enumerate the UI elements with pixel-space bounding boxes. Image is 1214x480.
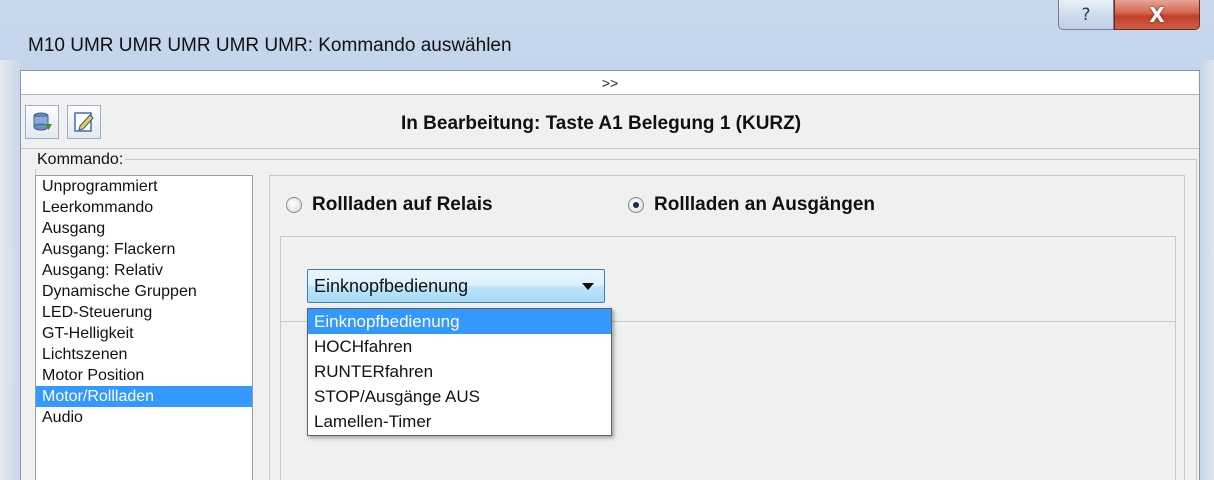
expand-bar[interactable]: >> <box>21 71 1199 95</box>
help-icon: ? <box>1081 4 1091 25</box>
list-item[interactable]: Audio <box>36 407 252 428</box>
edit-icon <box>74 112 94 132</box>
list-item[interactable]: Unprogrammiert <box>36 176 252 197</box>
dropdown-option[interactable]: Lamellen-Timer <box>308 409 611 434</box>
list-item[interactable]: GT-Helligkeit <box>36 323 252 344</box>
mode-combobox[interactable]: Einknopfbedienung <box>307 269 605 303</box>
combo-value: Einknopfbedienung <box>314 275 469 296</box>
chevron-down-icon[interactable] <box>582 283 594 290</box>
radio-ausgaenge-label: Rollladen an Ausgängen <box>654 194 875 215</box>
toolbar: In Bearbeitung: Taste A1 Belegung 1 (KUR… <box>21 97 1199 149</box>
list-item[interactable]: Leerkommando <box>36 197 252 218</box>
import-icon <box>33 112 52 131</box>
radio-relais[interactable]: Rollladen auf Relais <box>286 194 493 216</box>
dropdown-option[interactable]: STOP/Ausgänge AUS <box>308 384 611 409</box>
command-list[interactable]: Unprogrammiert Leerkommando Ausgang Ausg… <box>35 175 253 480</box>
window-title: M10 UMR UMR UMR UMR UMR: Kommando auswäh… <box>28 35 512 56</box>
list-item[interactable]: Dynamische Gruppen <box>36 281 252 302</box>
combo-dropdown-list[interactable]: Einknopfbedienung HOCHfahren RUNTERfahre… <box>307 308 612 436</box>
list-item[interactable]: Lichtszenen <box>36 344 252 365</box>
page-title: In Bearbeitung: Taste A1 Belegung 1 (KUR… <box>401 113 802 134</box>
window-border-right <box>1200 60 1214 480</box>
list-item[interactable]: LED-Steuerung <box>36 302 252 323</box>
help-button[interactable]: ? <box>1058 0 1114 30</box>
close-button[interactable]: X <box>1114 0 1200 30</box>
dropdown-option[interactable]: RUNTERfahren <box>308 359 611 384</box>
radio-ausgaenge[interactable]: Rollladen an Ausgängen <box>628 194 875 216</box>
expand-label: >> <box>601 74 619 91</box>
dropdown-option[interactable]: HOCHfahren <box>308 334 611 359</box>
list-item[interactable]: Ausgang: Relativ <box>36 260 252 281</box>
list-item[interactable]: Motor Position <box>36 365 252 386</box>
radio-relais-label: Rollladen auf Relais <box>312 194 493 215</box>
import-button[interactable] <box>25 105 59 139</box>
radio-ausgaenge-circle[interactable] <box>628 197 644 213</box>
list-item[interactable]: Ausgang: Flackern <box>36 239 252 260</box>
list-item-selected[interactable]: Motor/Rollladen <box>36 386 252 407</box>
close-icon: X <box>1149 2 1165 27</box>
list-item[interactable]: Ausgang <box>36 218 252 239</box>
window-border-left <box>0 60 20 480</box>
command-group-label: Kommando: <box>35 151 126 169</box>
dropdown-option[interactable]: Einknopfbedienung <box>308 309 611 334</box>
edit-button[interactable] <box>67 105 101 139</box>
radio-relais-circle[interactable] <box>286 197 302 213</box>
